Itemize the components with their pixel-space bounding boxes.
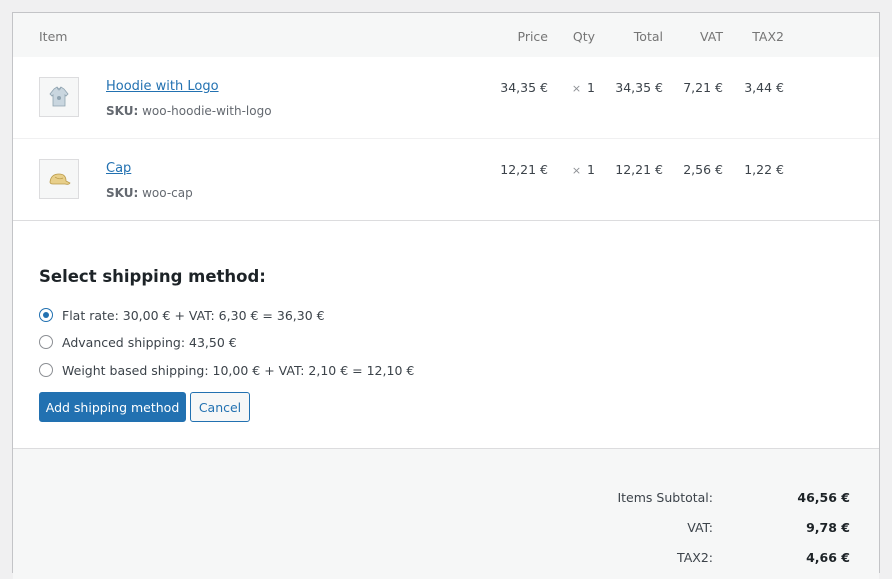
radio-button[interactable] xyxy=(39,335,53,349)
column-header-qty: Qty xyxy=(572,29,595,44)
tax2-total-value: 4,66 € xyxy=(806,550,850,565)
sku-label: SKU: xyxy=(106,104,139,118)
table-header: Item Price Qty Total VAT TAX2 xyxy=(13,13,879,57)
radio-button[interactable] xyxy=(39,363,53,377)
product-name-link[interactable]: Hoodie with Logo xyxy=(106,79,219,94)
column-header-price: Price xyxy=(517,29,549,44)
item-tax2: 1,22 € xyxy=(744,162,784,177)
product-thumbnail xyxy=(39,77,79,117)
order-totals: Items Subtotal: 46,56 € VAT: 9,78 € TAX2… xyxy=(13,448,879,579)
item-tax2: 3,44 € xyxy=(744,80,784,95)
hoodie-icon xyxy=(49,86,69,107)
item-total: 12,21 € xyxy=(615,162,663,177)
table-row: Cap SKU: woo-cap 12,21 € × 1 12,21 € 2,56… xyxy=(13,139,879,221)
vat-total-label: VAT: xyxy=(687,520,713,535)
column-header-vat: VAT xyxy=(700,29,723,44)
product-thumbnail xyxy=(39,159,79,199)
shipping-option-label[interactable]: Advanced shipping: 43,50 € xyxy=(62,335,237,350)
product-sku: SKU: woo-hoodie-with-logo xyxy=(106,104,272,118)
order-items-panel: Item Price Qty Total VAT TAX2 Hoodie wit… xyxy=(12,12,880,579)
radio-button[interactable] xyxy=(39,308,53,322)
product-name-link[interactable]: Cap xyxy=(106,161,131,176)
cancel-button[interactable]: Cancel xyxy=(190,392,250,422)
sku-value: woo-hoodie-with-logo xyxy=(142,104,272,118)
item-vat: 2,56 € xyxy=(683,162,723,177)
shipping-method-title: Select shipping method: xyxy=(39,267,266,286)
item-total: 34,35 € xyxy=(615,80,663,95)
add-shipping-method-button[interactable]: Add shipping method xyxy=(39,392,186,422)
product-sku: SKU: woo-cap xyxy=(106,186,193,200)
column-header-item: Item xyxy=(39,29,68,44)
times-icon: × xyxy=(571,164,582,177)
times-icon: × xyxy=(571,82,582,95)
table-row: Hoodie with Logo SKU: woo-hoodie-with-lo… xyxy=(13,57,879,139)
sku-value: woo-cap xyxy=(142,186,193,200)
qty-value: 1 xyxy=(587,162,595,177)
shipping-option-label[interactable]: Flat rate: 30,00 € + VAT: 6,30 € = 36,30… xyxy=(62,308,325,323)
column-header-tax2: TAX2 xyxy=(752,29,784,44)
section-divider xyxy=(13,220,879,221)
tax2-total-label: TAX2: xyxy=(677,550,713,565)
item-price: 12,21 € xyxy=(500,162,548,177)
cap-icon xyxy=(49,173,71,185)
column-header-total: Total xyxy=(633,29,663,44)
qty-value: 1 xyxy=(587,80,595,95)
sku-label: SKU: xyxy=(106,186,139,200)
items-subtotal-value: 46,56 € xyxy=(797,490,850,505)
item-qty: × 1 xyxy=(572,162,595,177)
item-price: 34,35 € xyxy=(500,80,548,95)
vat-total-value: 9,78 € xyxy=(806,520,850,535)
items-subtotal-label: Items Subtotal: xyxy=(617,490,713,505)
item-qty: × 1 xyxy=(572,80,595,95)
item-vat: 7,21 € xyxy=(683,80,723,95)
shipping-option-label[interactable]: Weight based shipping: 10,00 € + VAT: 2,… xyxy=(62,363,414,378)
